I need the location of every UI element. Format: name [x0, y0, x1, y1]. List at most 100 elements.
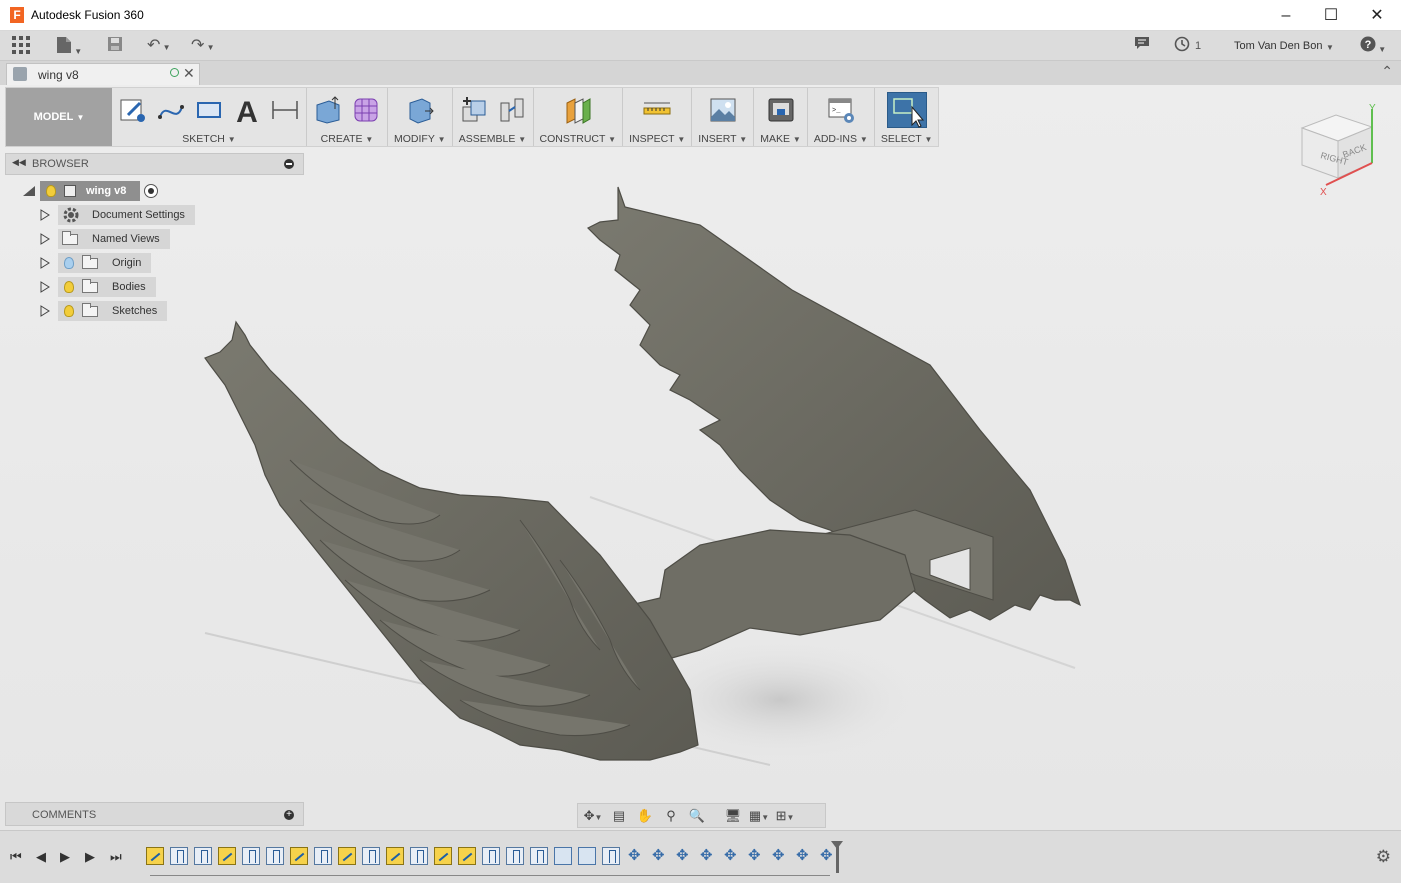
browser-item-bodies[interactable]: Bodies: [40, 277, 156, 297]
insert-group[interactable]: INSERT ▼: [692, 88, 755, 146]
viewports-icon[interactable]: ⊞▼: [774, 807, 796, 825]
go-to-start-icon[interactable]: ⏮: [10, 849, 22, 865]
timeline-box-feature-icon[interactable]: [554, 847, 572, 865]
create-group[interactable]: CREATE ▼: [307, 88, 388, 146]
browser-item-sketches[interactable]: Sketches: [40, 301, 168, 321]
grid-settings-icon[interactable]: ▦▼: [748, 807, 770, 825]
timeline-extrude-feature-icon[interactable]: [170, 847, 188, 865]
file-menu-icon[interactable]: ▼: [56, 36, 82, 56]
timeline-move-feature-icon[interactable]: [746, 846, 764, 865]
timeline-sketch-feature-icon[interactable]: [434, 847, 452, 865]
timeline-box-feature-icon[interactable]: [578, 847, 596, 865]
data-panel-grid-icon[interactable]: [12, 36, 30, 56]
undo-icon[interactable]: ↶ ▼: [147, 36, 171, 56]
workspace-switcher[interactable]: MODEL ▼: [6, 88, 112, 146]
modify-group[interactable]: MODIFY ▼: [388, 88, 453, 146]
timeline-sketch-feature-icon[interactable]: [218, 847, 236, 865]
timeline-move-feature-icon[interactable]: [674, 846, 692, 865]
timeline-extrude-feature-icon[interactable]: [266, 847, 284, 865]
fit-view-icon[interactable]: 🔍▼: [686, 807, 708, 825]
make-group[interactable]: MAKE ▼: [754, 88, 808, 146]
zoom-icon[interactable]: ⚲: [660, 807, 682, 825]
graphics-canvas[interactable]: MODEL ▼ A SKETCH ▼ CREATE ▼ MODIFY ▼ ASS…: [0, 85, 1401, 830]
browser-root-node[interactable]: wing v8: [22, 181, 159, 201]
collapse-toolbar-icon[interactable]: ⌃: [1381, 63, 1393, 80]
spline-icon[interactable]: [156, 95, 186, 125]
timeline-extrude-feature-icon[interactable]: [482, 847, 500, 865]
close-button[interactable]: ✕: [1354, 0, 1400, 31]
wing-model[interactable]: [0, 85, 1401, 830]
maximize-button[interactable]: ☐: [1308, 0, 1354, 31]
timeline-move-feature-icon[interactable]: [818, 846, 836, 865]
press-pull-icon[interactable]: [405, 95, 435, 125]
step-back-icon[interactable]: ◀: [36, 849, 46, 865]
timeline-move-feature-icon[interactable]: [698, 846, 716, 865]
3d-print-icon[interactable]: [766, 95, 796, 125]
close-tab-icon[interactable]: ✕: [183, 65, 195, 82]
select-group[interactable]: SELECT ▼: [875, 88, 939, 146]
minimize-button[interactable]: –: [1263, 0, 1309, 31]
visibility-bulb-icon[interactable]: [64, 257, 74, 269]
job-status-icon[interactable]: [1174, 36, 1190, 56]
text-icon[interactable]: A: [232, 95, 262, 129]
extrude-icon[interactable]: [313, 95, 343, 125]
orbit-icon[interactable]: ✥▼: [582, 807, 604, 825]
timeline-move-feature-icon[interactable]: [794, 846, 812, 865]
construct-group[interactable]: CONSTRUCT ▼: [534, 88, 624, 146]
timeline-extrude-feature-icon[interactable]: [410, 847, 428, 865]
timeline-settings-gear-icon[interactable]: ⚙: [1376, 847, 1391, 867]
sketch-group[interactable]: A SKETCH ▼: [112, 88, 307, 146]
play-icon[interactable]: ▶: [60, 849, 70, 865]
add-ins-group[interactable]: >_ ADD-INS ▼: [808, 88, 875, 146]
browser-minimize-icon[interactable]: [284, 159, 294, 169]
joint-icon[interactable]: [497, 95, 527, 125]
timeline-extrude-feature-icon[interactable]: [194, 847, 212, 865]
browser-item-named-views[interactable]: Named Views: [40, 229, 170, 249]
help-icon[interactable]: ? ▼: [1360, 36, 1386, 56]
browser-item-document-settings[interactable]: Document Settings: [40, 205, 195, 225]
timeline-extrude-feature-icon[interactable]: [314, 847, 332, 865]
user-menu-caret-icon[interactable]: ▼: [1326, 36, 1334, 56]
visibility-bulb-icon[interactable]: [64, 281, 74, 293]
insert-image-icon[interactable]: [708, 95, 738, 125]
timeline-extrude-feature-icon[interactable]: [530, 847, 548, 865]
timeline-move-feature-icon[interactable]: [650, 846, 668, 865]
visibility-bulb-icon[interactable]: [64, 305, 74, 317]
timeline-extrude-feature-icon[interactable]: [362, 847, 380, 865]
view-cube[interactable]: RIGHT BACK Y X: [1298, 103, 1388, 198]
new-component-icon[interactable]: [459, 95, 489, 125]
timeline-sketch-feature-icon[interactable]: [458, 847, 476, 865]
timeline-extrude-feature-icon[interactable]: [242, 847, 260, 865]
add-comment-icon[interactable]: +: [284, 810, 294, 820]
measure-icon[interactable]: [642, 95, 672, 125]
browser-panel-header[interactable]: ◀◀ BROWSER: [5, 153, 304, 175]
collapse-browser-icon[interactable]: ◀◀: [12, 157, 26, 168]
timeline-extrude-feature-icon[interactable]: [602, 847, 620, 865]
timeline-sketch-feature-icon[interactable]: [146, 847, 164, 865]
timeline-extrude-feature-icon[interactable]: [506, 847, 524, 865]
comments-panel-header[interactable]: COMMENTS +: [5, 802, 304, 826]
document-tab[interactable]: wing v8 ✕: [6, 63, 200, 85]
visibility-bulb-icon[interactable]: [46, 185, 56, 197]
pan-hand-icon[interactable]: ✋: [634, 807, 656, 825]
redo-icon[interactable]: ↷ ▼: [191, 36, 215, 56]
dimension-icon[interactable]: [270, 95, 300, 125]
rectangle-icon[interactable]: [194, 95, 224, 125]
assemble-group[interactable]: ASSEMBLE ▼: [453, 88, 534, 146]
offset-plane-icon[interactable]: [563, 95, 593, 125]
activate-component-icon[interactable]: [144, 184, 159, 198]
timeline-move-feature-icon[interactable]: [626, 846, 644, 865]
timeline-move-feature-icon[interactable]: [770, 846, 788, 865]
timeline-move-feature-icon[interactable]: [722, 846, 740, 865]
display-settings-icon[interactable]: 🖥▼: [722, 807, 744, 825]
browser-item-origin[interactable]: Origin: [40, 253, 152, 273]
timeline-marker[interactable]: [831, 841, 843, 873]
timeline-sketch-feature-icon[interactable]: [386, 847, 404, 865]
create-sketch-icon[interactable]: [118, 95, 148, 125]
timeline-sketch-feature-icon[interactable]: [338, 847, 356, 865]
step-forward-icon[interactable]: ▶: [85, 849, 95, 865]
user-name[interactable]: Tom Van Den Bon: [1234, 36, 1322, 56]
comment-icon[interactable]: [1134, 36, 1150, 56]
timeline-sketch-feature-icon[interactable]: [290, 847, 308, 865]
create-form-icon[interactable]: [351, 95, 381, 125]
